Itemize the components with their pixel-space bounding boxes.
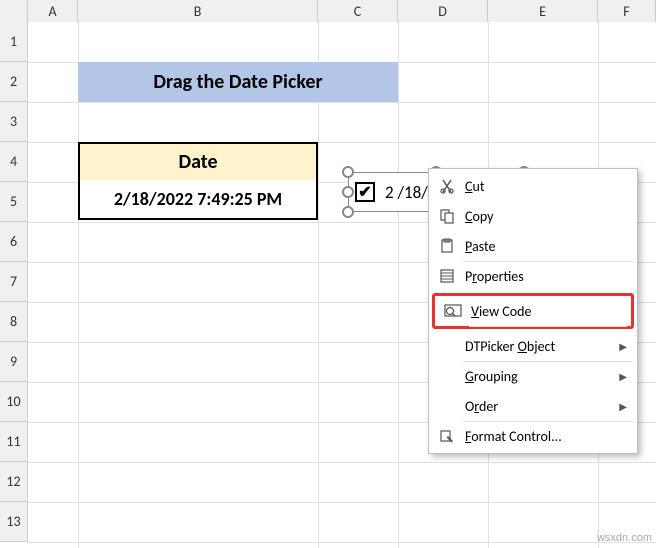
menu-item-grouping[interactable]: Grouping ▶ bbox=[429, 361, 637, 391]
menu-item-paste[interactable]: Paste bbox=[429, 231, 637, 261]
row-header-7[interactable]: 7 bbox=[0, 262, 28, 302]
menu-label: CuCutt bbox=[465, 178, 627, 195]
properties-icon bbox=[435, 266, 459, 286]
row-header-2[interactable]: 2 bbox=[0, 62, 28, 102]
menu-label: Format Control... bbox=[465, 428, 627, 445]
blank-icon bbox=[435, 366, 459, 386]
menu-label: DTPicker Object bbox=[465, 338, 619, 355]
menu-label: Properties bbox=[465, 268, 627, 285]
row-header-11[interactable]: 11 bbox=[0, 422, 28, 462]
menu-label: View Code bbox=[471, 303, 621, 320]
menu-label: Order bbox=[465, 398, 619, 415]
title-cell[interactable]: Drag the Date Picker bbox=[78, 62, 398, 102]
menu-item-dtpicker-object[interactable]: DTPicker Object ▶ bbox=[429, 331, 637, 361]
blank-icon bbox=[435, 396, 459, 416]
column-headers: A B C D E F bbox=[0, 0, 656, 22]
menu-label: Grouping bbox=[465, 368, 619, 385]
menu-item-view-code[interactable]: View Code bbox=[432, 293, 634, 329]
row-header-13[interactable]: 13 bbox=[0, 502, 28, 542]
view-code-icon bbox=[441, 301, 465, 321]
row-header-1[interactable]: 1 bbox=[0, 22, 28, 62]
menu-item-cut[interactable]: CuCutt bbox=[429, 171, 637, 201]
menu-label: Paste bbox=[465, 238, 627, 255]
submenu-arrow-icon: ▶ bbox=[619, 370, 627, 383]
copy-icon bbox=[435, 206, 459, 226]
blank-icon bbox=[435, 336, 459, 356]
resize-handle-bl[interactable] bbox=[342, 206, 354, 218]
resize-handle-ml[interactable] bbox=[342, 186, 354, 198]
menu-label: Copy bbox=[465, 208, 627, 225]
col-header-C[interactable]: C bbox=[318, 0, 398, 22]
dtpicker-checkbox[interactable]: ✔ bbox=[355, 182, 375, 202]
date-header-cell[interactable]: Date bbox=[78, 142, 318, 182]
row-header-3[interactable]: 3 bbox=[0, 102, 28, 142]
row-header-6[interactable]: 6 bbox=[0, 222, 28, 262]
resize-handle-tl[interactable] bbox=[342, 166, 354, 178]
menu-item-order[interactable]: Order ▶ bbox=[429, 391, 637, 421]
col-header-F[interactable]: F bbox=[598, 0, 656, 22]
datetime-cell[interactable]: 2/18/2022 7:49:25 PM bbox=[78, 180, 318, 220]
submenu-arrow-icon: ▶ bbox=[619, 340, 627, 353]
col-header-E[interactable]: E bbox=[488, 0, 598, 22]
row-header-10[interactable]: 10 bbox=[0, 382, 28, 422]
row-headers: 1 2 3 4 5 6 7 8 9 10 11 12 13 bbox=[0, 22, 28, 542]
menu-item-copy[interactable]: Copy bbox=[429, 201, 637, 231]
watermark: wsxdn.com bbox=[597, 532, 652, 544]
menu-item-properties[interactable]: Properties bbox=[429, 261, 637, 291]
col-header-A[interactable]: A bbox=[28, 0, 78, 22]
col-header-D[interactable]: D bbox=[398, 0, 488, 22]
row-header-8[interactable]: 8 bbox=[0, 302, 28, 342]
menu-item-format-control[interactable]: Format Control... bbox=[429, 421, 637, 451]
submenu-arrow-icon: ▶ bbox=[619, 400, 627, 413]
cut-icon bbox=[435, 176, 459, 196]
context-menu: CuCutt Copy Paste Properties View Code bbox=[428, 168, 638, 454]
format-control-icon bbox=[435, 426, 459, 446]
select-all-corner[interactable] bbox=[0, 0, 28, 22]
row-header-4[interactable]: 4 bbox=[0, 142, 28, 182]
paste-icon bbox=[435, 236, 459, 256]
spreadsheet: A B C D E F 1 2 3 4 5 6 7 8 9 10 11 12 1… bbox=[0, 0, 656, 548]
row-header-5[interactable]: 5 bbox=[0, 182, 28, 222]
row-header-9[interactable]: 9 bbox=[0, 342, 28, 382]
col-header-B[interactable]: B bbox=[78, 0, 318, 22]
row-header-12[interactable]: 12 bbox=[0, 462, 28, 502]
